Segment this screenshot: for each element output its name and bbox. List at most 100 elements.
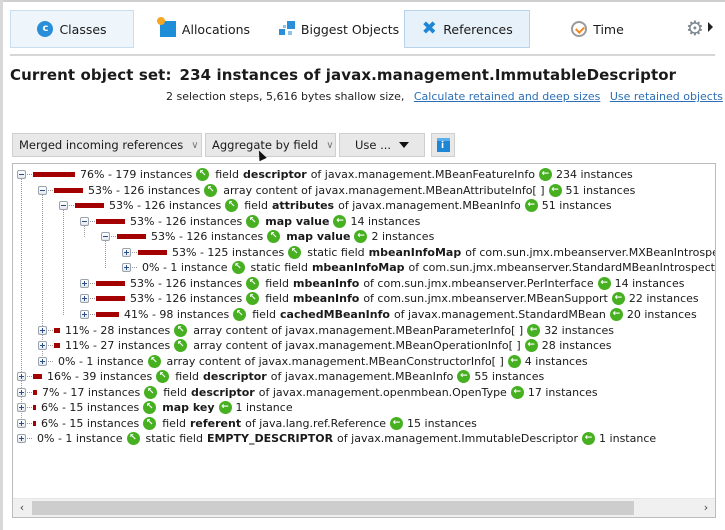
collapse-toggle[interactable]: [38, 185, 47, 195]
tree-connector: [27, 438, 32, 440]
tree-connector: [69, 205, 74, 207]
tree-connector: [27, 422, 32, 424]
reference-name: mbeanInfoMap: [311, 261, 405, 275]
tree-row[interactable]: 0% - 1 instance ↖ static field mbeanInfoMap…: [122, 260, 715, 275]
window-top-border: [0, 0, 725, 2]
reference-name: descriptor: [242, 168, 307, 181]
instance-count: 76% - 179 instances: [80, 168, 193, 181]
reference-prefix: field: [265, 276, 289, 290]
expand-toggle[interactable]: [17, 403, 26, 413]
chevron-down-icon: ∨: [326, 139, 334, 151]
tab-time[interactable]: Time: [550, 10, 645, 48]
use-retained-link[interactable]: Use retained objects: [610, 90, 723, 103]
instance-count: 53% - 126 instances: [130, 292, 243, 306]
holder-instance-count: 22 instances: [628, 292, 699, 306]
expand-toggle[interactable]: [80, 278, 89, 288]
holder-instance-count: 17 instances: [527, 385, 598, 399]
reference-holder-class: of javax.management.openmbean.OpenType: [258, 385, 507, 399]
collapse-toggle[interactable]: [17, 170, 26, 179]
collapse-toggle[interactable]: [59, 201, 68, 211]
tab-allocations[interactable]: Allocations: [150, 10, 260, 48]
reference-prefix: static field: [145, 432, 203, 446]
incoming-reference-icon: ←: [457, 370, 471, 384]
scrollbar-thumb[interactable]: [32, 501, 634, 515]
reference-holder-class: of com.sun.jmx.mbeanserver.PerInterface: [363, 276, 594, 290]
outgoing-reference-icon: ↖: [196, 168, 210, 181]
biggest-objects-icon: [278, 21, 295, 37]
reference-prefix: field: [252, 307, 276, 321]
expand-toggle[interactable]: [80, 309, 89, 319]
tree-row[interactable]: 53% - 125 instances ↖ static field mbeanInf…: [122, 245, 715, 260]
toolbar-divider: [10, 54, 715, 56]
outgoing-reference-icon: ↖: [246, 292, 260, 306]
percentage-bar: [54, 327, 60, 333]
gear-icon[interactable]: ⚙: [686, 18, 704, 38]
more-arrow-icon[interactable]: [708, 22, 713, 32]
aggregation-dropdown[interactable]: Aggregate by field ∨: [205, 133, 336, 157]
collapse-toggle[interactable]: [80, 216, 89, 226]
tree-row[interactable]: 0% - 1 instance ↖ static field EMPTY_DESCRI…: [17, 431, 656, 446]
expand-toggle[interactable]: [122, 247, 131, 257]
expand-toggle[interactable]: [17, 387, 26, 397]
collapse-toggle[interactable]: [101, 232, 110, 242]
reference-name: cachedMBeanInfo: [280, 307, 390, 321]
tree-row[interactable]: 53% - 126 instances ↖ array content of jav…: [38, 183, 635, 198]
holder-instance-count: 234 instances: [555, 168, 633, 181]
expand-toggle[interactable]: [122, 263, 131, 273]
expand-toggle[interactable]: [17, 418, 26, 428]
scroll-right-button[interactable]: ›: [698, 499, 714, 517]
reference-mode-dropdown[interactable]: Merged incoming references ∨: [12, 133, 202, 157]
instance-count: 0% - 1 instance: [37, 432, 123, 446]
percentage-bar: [117, 234, 146, 240]
expand-toggle[interactable]: [17, 372, 26, 382]
reference-holder-class: of java.lang.ref.Reference: [245, 416, 387, 430]
tree-connector: [132, 251, 137, 253]
tree-row[interactable]: 11% - 28 instances ↖ array content of java…: [38, 323, 614, 338]
percentage-bar: [33, 405, 36, 411]
holder-instance-count: 1 instance: [599, 432, 657, 446]
horizontal-scrollbar[interactable]: ‹ ›: [13, 498, 715, 517]
tree-row[interactable]: 76% - 179 instances ↖ field descriptor of ja…: [17, 167, 633, 182]
expand-toggle[interactable]: [17, 434, 26, 444]
incoming-reference-icon: ←: [597, 276, 611, 290]
reference-tree[interactable]: ‹ › 76% - 179 instances ↖ field descriptor o…: [12, 163, 716, 518]
object-set-summary: 2 selection steps, 5,616 bytes shallow s…: [166, 90, 723, 103]
tab-biggest-objects[interactable]: Biggest Objects: [274, 10, 404, 48]
tree-row[interactable]: 7% - 17 instances ↖ field descriptor of java…: [17, 385, 598, 400]
tree-row[interactable]: 53% - 126 instances ↖ field attributes of ja…: [59, 198, 612, 213]
title-label: Current object set:: [10, 66, 172, 84]
percentage-bar: [96, 218, 125, 224]
use-menu-button[interactable]: Use ...: [339, 133, 425, 157]
tree-row[interactable]: 53% - 126 instances ↖ field mbeanInfo of com…: [80, 276, 684, 291]
expand-toggle[interactable]: [80, 294, 89, 304]
incoming-reference-icon: ←: [609, 307, 623, 321]
tree-row[interactable]: 16% - 39 instances ↖ field descriptor of jav…: [17, 369, 544, 384]
references-icon: ✖: [421, 18, 437, 39]
expand-toggle[interactable]: [38, 325, 47, 335]
calculate-retained-link[interactable]: Calculate retained and deep sizes: [414, 90, 601, 103]
tab-classes[interactable]: c Classes: [10, 10, 134, 48]
tree-row[interactable]: 6% - 15 instances ↖ field referent of java.l…: [17, 416, 477, 431]
tree-row[interactable]: 53% - 126 instances ↖ map value ← 14 instanc…: [80, 214, 420, 229]
tree-row[interactable]: 6% - 15 instances ↖ map key ← 1 instance: [17, 400, 293, 415]
tree-connector: [90, 220, 95, 222]
tree-connector: [48, 360, 53, 362]
outgoing-reference-icon: ↖: [144, 385, 158, 399]
tree-row[interactable]: 53% - 126 instances ↖ field mbeanInfo of com…: [80, 291, 699, 306]
tree-row[interactable]: 11% - 27 instances ↖ array content of java…: [38, 338, 612, 353]
instance-count: 11% - 27 instances: [65, 339, 171, 353]
tree-row[interactable]: 41% - 98 instances ↖ field cachedMBeanInfo o…: [80, 307, 697, 322]
tab-references[interactable]: ✖ References: [404, 10, 530, 48]
expand-toggle[interactable]: [38, 356, 47, 366]
expand-toggle[interactable]: [38, 341, 47, 351]
instance-count: 53% - 126 instances: [109, 199, 222, 213]
reference-name: mbeanInfo: [292, 276, 360, 290]
tree-row[interactable]: 53% - 126 instances ↖ map value ← 2 instance…: [101, 229, 434, 244]
percentage-bar: [33, 374, 42, 380]
scroll-left-button[interactable]: ‹: [14, 499, 30, 517]
percentage-bar: [96, 296, 125, 302]
outgoing-reference-icon: ↖: [233, 307, 247, 321]
info-button[interactable]: i: [431, 133, 455, 157]
tree-row[interactable]: 0% - 1 instance ↖ array content of javax.m…: [38, 354, 588, 369]
instance-count: 53% - 126 instances: [130, 276, 243, 290]
